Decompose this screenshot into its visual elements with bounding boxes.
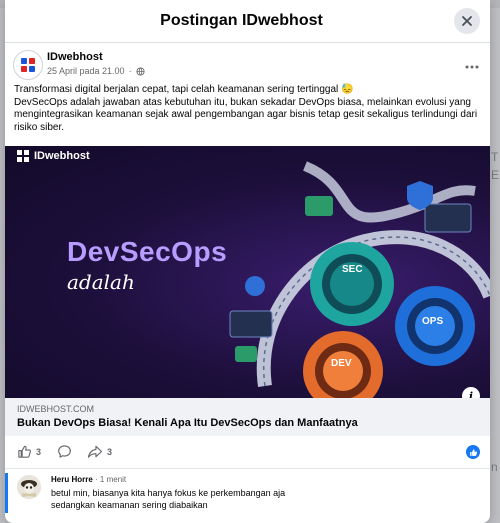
- close-icon: [462, 16, 472, 26]
- commenter-avatar[interactable]: [17, 475, 41, 499]
- comment-button[interactable]: [57, 444, 72, 459]
- link-title: Bukan DevOps Biasa! Kenali Apa Itu DevSe…: [17, 417, 358, 429]
- modal-header: Postingan IDwebhost: [5, 0, 490, 43]
- post-image[interactable]: IDwebhost DevSecOps adalah SEC OPS DEV i: [5, 146, 490, 398]
- reaction-bar: 3 3: [5, 441, 490, 463]
- more-icon: [465, 65, 479, 69]
- comment-item: Heru Horre · 1 menit betul min, biasanya…: [5, 468, 490, 523]
- ops-gear-label: OPS: [422, 316, 444, 327]
- comment-line: sedangkan keamanan sering diabaikan: [51, 500, 208, 510]
- commenter-name: Heru Horre · 1 menit: [51, 475, 126, 484]
- share-icon: [87, 445, 103, 458]
- background-text: E: [491, 168, 500, 182]
- post-text-line: DevSecOps adalah jawaban atas kebutuhan …: [14, 96, 478, 133]
- skull-avatar-icon: [17, 475, 41, 499]
- share-count: 3: [107, 446, 113, 457]
- image-info-button[interactable]: i: [462, 387, 480, 398]
- like-reaction-badge[interactable]: [466, 445, 480, 459]
- sec-gear: [310, 242, 394, 326]
- comment-time: · 1 menit: [95, 475, 127, 484]
- background-text: T: [491, 150, 499, 164]
- meta-separator: ·: [128, 66, 132, 76]
- thumbs-up-icon: [469, 448, 477, 456]
- comment-icon: [58, 445, 71, 458]
- link-domain: IDWEBHOST.COM: [17, 404, 95, 414]
- comment-text: betul min, biasanya kita hanya fokus ke …: [51, 487, 351, 511]
- link-preview-card[interactable]: IDWEBHOST.COM Bukan DevOps Biasa! Kenali…: [5, 398, 490, 436]
- image-subline: adalah: [67, 270, 135, 294]
- modal-title: Postingan IDwebhost: [160, 12, 323, 29]
- page-name-link[interactable]: IDwebhost: [47, 51, 103, 63]
- comment-highlight-bar: [5, 473, 8, 513]
- post-text-line: Transformasi digital berjalan cepat, tap…: [14, 84, 354, 95]
- background-text: n: [491, 460, 498, 474]
- share-button[interactable]: 3: [87, 444, 112, 459]
- image-headline: DevSecOps: [67, 236, 228, 267]
- like-count: 3: [36, 446, 42, 457]
- post-text: Transformasi digital berjalan cepat, tap…: [14, 84, 482, 134]
- post-header: IDwebhost 25 April pada 21.00 ·: [13, 50, 483, 82]
- close-button[interactable]: [454, 8, 480, 34]
- commenter-name-link[interactable]: Heru Horre: [51, 475, 93, 484]
- like-icon: [18, 445, 31, 458]
- brand-logo-icon: [21, 58, 35, 72]
- more-options-button[interactable]: [465, 56, 479, 72]
- comment-line: betul min, biasanya kita hanya fokus ke …: [51, 488, 286, 498]
- post-modal: Postingan IDwebhost IDwebhost 25 April p…: [5, 0, 490, 523]
- sec-gear-label: SEC: [342, 264, 363, 275]
- post-meta: 25 April pada 21.00 ·: [47, 66, 145, 76]
- like-button[interactable]: 3: [17, 444, 41, 459]
- dev-gear-label: DEV: [331, 358, 352, 369]
- info-icon: i: [468, 389, 474, 399]
- post-date-link[interactable]: 25 April pada 21.00: [47, 66, 125, 76]
- page-avatar[interactable]: [13, 50, 43, 80]
- globe-icon: [136, 66, 145, 76]
